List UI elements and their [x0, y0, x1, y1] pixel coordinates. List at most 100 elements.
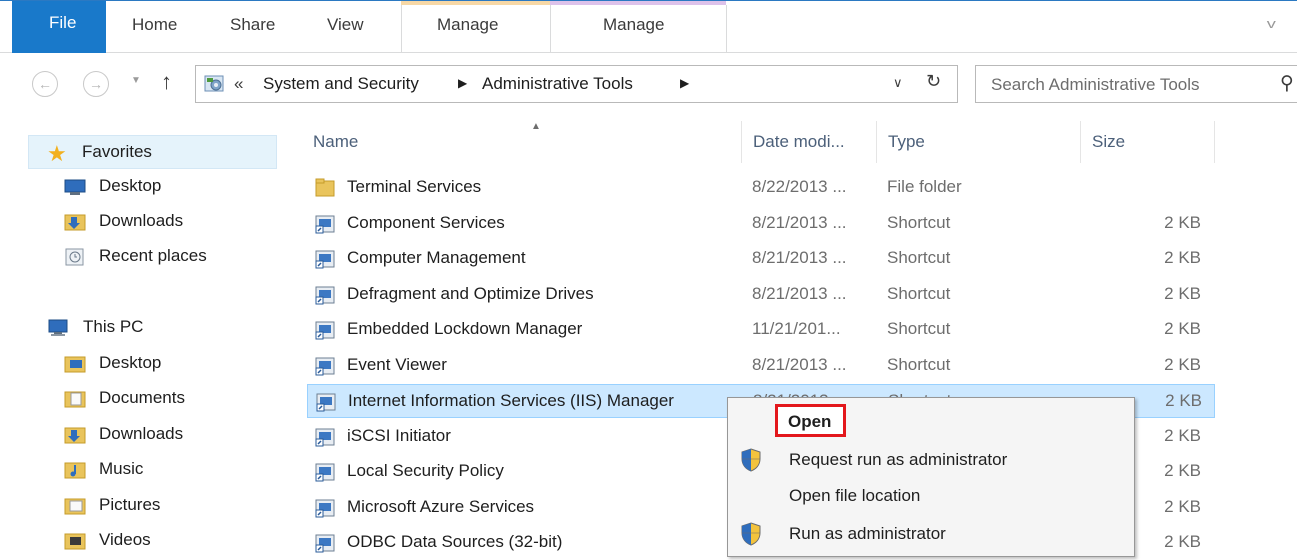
file-type-cell: Shortcut [887, 319, 951, 338]
breadcrumb-system-and-security[interactable]: System and Security [263, 74, 419, 94]
downloads-folder-icon [64, 427, 86, 444]
column-header-type[interactable]: Type [880, 121, 1080, 163]
file-row[interactable]: Embedded Lockdown Manager 11/21/201... Sho… [307, 313, 1215, 347]
azure-icon [315, 499, 335, 517]
menu-item-open[interactable]: Open [728, 400, 1134, 437]
iscsi-icon [315, 428, 335, 446]
file-name-cell: Microsoft Azure Services [347, 496, 535, 516]
file-row[interactable]: Defragment and Optimize Drives 8/21/2013 … [307, 278, 1215, 312]
file-row[interactable]: Computer Management 8/21/2013 ... Shortcut… [307, 242, 1215, 276]
menu-item-label: Open file location [789, 486, 921, 505]
odbc-icon [315, 534, 335, 553]
breadcrumb-overflow[interactable]: « [234, 74, 243, 94]
nav-label: Downloads [99, 211, 184, 230]
tab-share[interactable]: Share [230, 15, 275, 35]
menu-item-open-file-location[interactable]: Open file location [728, 478, 1134, 514]
file-name-cell: Internet Information Services (IIS) Mana… [348, 391, 674, 410]
file-type-cell: Shortcut [887, 248, 951, 267]
documents-folder-icon [64, 391, 86, 408]
file-name-cell: Computer Management [347, 248, 526, 267]
file-size-cell: 2 KB [1164, 319, 1201, 338]
search-input[interactable]: Search Administrative Tools ⚲ [975, 65, 1297, 103]
component-services-icon [315, 215, 335, 233]
breadcrumb-chevron-icon[interactable]: ▶ [458, 76, 467, 90]
uac-shield-icon [741, 448, 761, 472]
tab-view[interactable]: View [327, 15, 364, 35]
breadcrumb-administrative-tools[interactable]: Administrative Tools [482, 74, 633, 94]
event-viewer-icon [315, 357, 335, 375]
file-name-cell: Component Services [347, 212, 505, 232]
sort-ascending-icon: ▲ [531, 121, 541, 132]
search-icon[interactable]: ⚲ [1280, 72, 1294, 95]
file-date-cell: 11/21/201... [752, 319, 841, 338]
downloads-folder-icon [64, 214, 86, 231]
contextual-tab-strip-shortcut-tools [550, 1, 726, 5]
file-row[interactable]: Terminal Services 8/22/2013 ... File folde… [307, 171, 1215, 205]
file-type-cell: Shortcut [887, 212, 951, 232]
file-name-cell: Local Security Policy [347, 461, 504, 480]
computer-management-icon [315, 250, 335, 269]
file-type-cell: Shortcut [887, 283, 951, 303]
menu-item-request-run-as-administrator[interactable]: Request run as administrator [728, 442, 1134, 478]
folder-icon [315, 178, 335, 197]
file-name-cell: Embedded Lockdown Manager [347, 319, 583, 338]
expand-ribbon-chevron-icon[interactable]: v [1267, 16, 1276, 31]
forward-button[interactable]: → [83, 71, 109, 97]
file-row[interactable]: Event Viewer 8/21/2013 ... Shortcut 2 KB [307, 349, 1215, 383]
nav-label: Music [99, 459, 144, 478]
contextual-tab-strip-drive-tools [401, 1, 550, 5]
back-button[interactable]: ← [32, 71, 58, 97]
file-name-cell: Terminal Services [347, 177, 482, 196]
recent-locations-dropdown-icon[interactable]: ▼ [131, 75, 141, 86]
tab-manage-drive[interactable]: Manage [437, 15, 498, 35]
breadcrumb-chevron-icon[interactable]: ▶ [680, 76, 689, 90]
nav-favorites[interactable]: ★ Favorites [28, 135, 277, 169]
tab-manage-shortcut[interactable]: Manage [603, 15, 664, 35]
context-menu: Open Request run as administrator Open f… [727, 397, 1135, 557]
file-type-cell: Shortcut [887, 354, 951, 374]
tab-divider [401, 5, 402, 53]
menu-item-run-as-administrator[interactable]: Run as administrator [728, 516, 1134, 552]
file-date-cell: 8/21/2013 ... [752, 354, 847, 374]
column-header-date[interactable]: Date modi... [745, 121, 875, 163]
menu-item-label: Run as administrator [789, 524, 946, 543]
forward-arrow-icon: → [89, 76, 103, 92]
column-header-size[interactable]: Size [1084, 121, 1214, 163]
desktop-folder-icon [64, 356, 86, 373]
file-date-cell: 8/22/2013 ... [752, 177, 847, 196]
recent-places-icon [65, 248, 84, 266]
file-date-cell: 8/21/2013 ... [752, 283, 847, 303]
refresh-icon[interactable]: ↻ [926, 71, 941, 92]
file-row[interactable]: Component Services 8/21/2013 ... Shortcut 2… [307, 207, 1215, 241]
file-size-cell: 2 KB [1164, 248, 1201, 267]
nav-label: Videos [99, 530, 151, 549]
nav-label: Pictures [99, 495, 161, 514]
address-history-dropdown-icon[interactable]: ∨ [893, 75, 903, 91]
tab-home[interactable]: Home [132, 15, 177, 35]
up-one-level-icon[interactable]: ↑ [161, 69, 172, 95]
security-policy-icon [315, 463, 335, 482]
star-icon: ★ [47, 141, 67, 166]
music-folder-icon [64, 462, 86, 479]
nav-label: This PC [83, 317, 144, 336]
column-divider[interactable] [1080, 121, 1081, 163]
open-highlight-box[interactable]: Open [775, 404, 846, 437]
menu-item-label: Open [788, 412, 832, 431]
tab-divider [550, 5, 551, 53]
videos-folder-icon [64, 533, 86, 550]
column-header-name[interactable]: ▲ Name [305, 121, 741, 163]
nav-label: Desktop [99, 176, 162, 195]
nav-label: Recent places [99, 246, 207, 265]
nav-label: Desktop [99, 353, 162, 372]
file-name-cell: iSCSI Initiator [347, 425, 451, 445]
address-bar[interactable]: « System and Security ▶ Administrative T… [195, 65, 958, 103]
column-divider[interactable] [741, 121, 742, 163]
column-divider[interactable] [1214, 121, 1215, 163]
pictures-folder-icon [64, 498, 86, 515]
file-size-cell: 2 KB [1164, 283, 1201, 303]
nav-label: Downloads [99, 424, 184, 443]
this-pc-icon [48, 319, 68, 336]
column-divider[interactable] [876, 121, 877, 163]
tab-file[interactable]: File [12, 1, 106, 53]
file-type-cell: File folder [887, 177, 962, 196]
